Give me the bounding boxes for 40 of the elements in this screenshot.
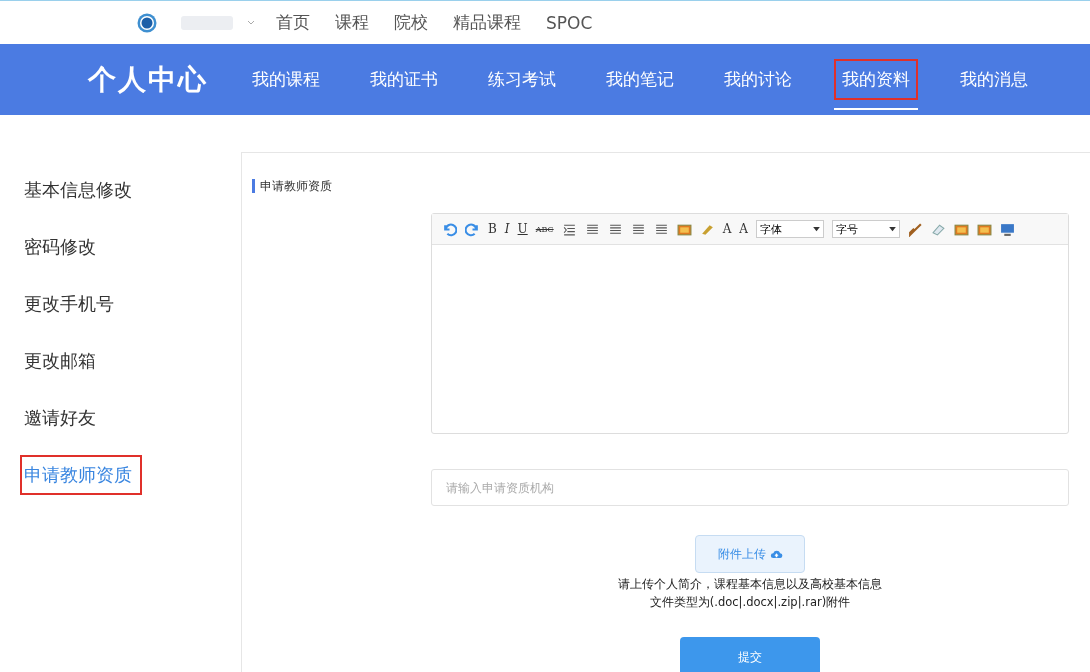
sidebar-item[interactable]: 更改手机号	[20, 284, 118, 324]
undo-icon[interactable]	[442, 221, 457, 237]
nav-tab[interactable]: 我的课程	[244, 59, 328, 100]
redo-icon[interactable]	[465, 221, 480, 237]
brush-icon[interactable]	[908, 221, 923, 237]
sidebar-item[interactable]: 密码修改	[20, 227, 100, 267]
sidebar-item[interactable]: 更改邮箱	[20, 341, 100, 381]
monitor-icon[interactable]	[1000, 221, 1015, 237]
upload-hint: 请上传个人简介，课程基本信息以及高校基本信息	[618, 576, 882, 593]
dropdown-arrow-icon[interactable]	[813, 227, 820, 232]
nav-tab[interactable]: 练习考试	[480, 59, 564, 100]
format-button[interactable]: ABC	[535, 224, 554, 234]
format-button[interactable]: U	[517, 222, 528, 236]
format-button[interactable]: A	[722, 222, 732, 236]
nav-tab[interactable]: 我的资料	[834, 59, 918, 100]
top-nav-link[interactable]: SPOC	[546, 12, 593, 33]
sidebar-item[interactable]: 邀请好友	[20, 398, 100, 438]
top-nav-link[interactable]: 精品课程	[453, 11, 521, 34]
top-nav-link[interactable]: 课程	[335, 11, 369, 34]
logo-icon	[137, 12, 157, 33]
format-button[interactable]: A	[739, 222, 748, 236]
top-nav-link[interactable]: 首页	[276, 11, 310, 34]
format-button[interactable]: B	[488, 222, 497, 236]
nav-tab[interactable]: 我的笔记	[598, 59, 682, 100]
upload-hint: 文件类型为(.doc|.docx|.zip|.rar)附件	[648, 594, 852, 611]
page-title: 个人中心	[88, 61, 208, 98]
institution-input[interactable]: 请输入申请资质机构	[431, 469, 1069, 506]
nav-tab[interactable]: 我的讨论	[716, 59, 800, 100]
sidebar-item[interactable]: 申请教师资质	[20, 455, 142, 495]
section-title: 申请教师资质	[252, 179, 1090, 193]
cloud-upload-icon	[769, 549, 783, 559]
toolbar-dropdown[interactable]: 字号	[832, 220, 900, 238]
top-nav-link[interactable]: 院校	[394, 11, 428, 34]
format-button[interactable]: I	[504, 222, 510, 236]
sidebar-item[interactable]: 基本信息修改	[20, 170, 136, 210]
rich-text-editor[interactable]: B I U ABC A A 字体 字号	[431, 213, 1069, 434]
toolbar-dropdown[interactable]: 字体	[756, 220, 824, 238]
nav-tab[interactable]: 我的消息	[952, 59, 1036, 100]
dropdown-arrow-icon[interactable]	[889, 227, 896, 232]
nav-tab[interactable]: 我的证书	[362, 59, 446, 100]
